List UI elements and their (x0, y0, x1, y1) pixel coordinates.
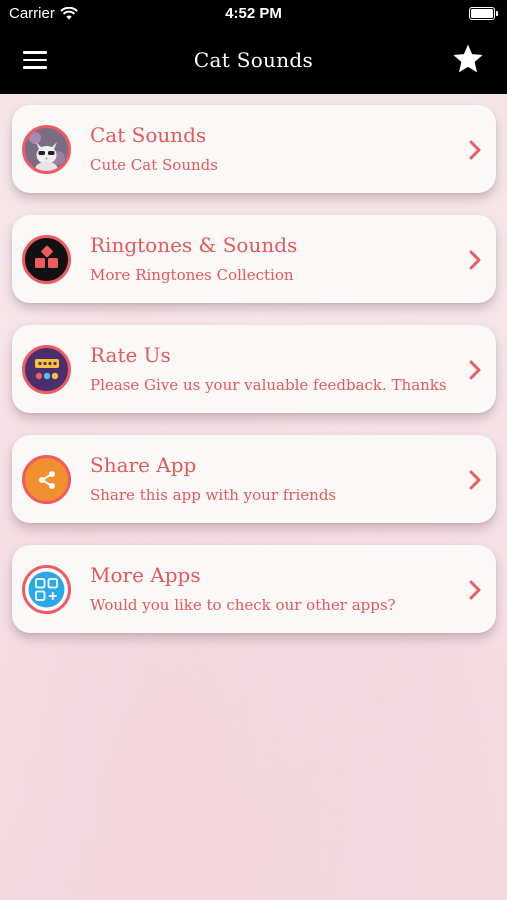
chevron-right-icon (469, 250, 481, 270)
chevron-right-icon (469, 470, 481, 490)
star-icon[interactable] (451, 42, 485, 76)
more-apps-icon (22, 565, 71, 614)
status-bar: Carrier 4:52 PM (0, 0, 507, 28)
menu-item-cat-sounds[interactable]: Cat Sounds Cute Cat Sounds (12, 105, 496, 193)
page-title: Cat Sounds (193, 48, 314, 72)
battery-icon (469, 7, 498, 20)
menu-item-share-app[interactable]: Share App Share this app with your frien… (12, 435, 496, 523)
menu-item-ringtones[interactable]: Ringtones & Sounds More Ringtones Collec… (12, 215, 496, 303)
menu-item-rate-us[interactable]: Rate Us Please Give us your valuable fee… (12, 325, 496, 413)
menu-item-title: More Apps (90, 563, 201, 587)
ringtones-icon (22, 235, 71, 284)
chevron-right-icon (469, 140, 481, 160)
menu-item-more-apps[interactable]: More Apps Would you like to check our ot… (12, 545, 496, 633)
menu-item-subtitle: Please Give us your valuable feedback. T… (90, 376, 447, 394)
menu-item-title: Cat Sounds (90, 123, 207, 147)
cat-avatar-icon (22, 125, 71, 174)
status-time: 4:52 PM (225, 5, 282, 22)
menu-item-subtitle: More Ringtones Collection (90, 266, 294, 284)
navigation-bar: Cat Sounds (0, 28, 507, 94)
rate-us-icon (22, 345, 71, 394)
menu-item-subtitle: Cute Cat Sounds (90, 156, 218, 174)
menu-item-title: Rate Us (90, 343, 171, 367)
share-icon (22, 455, 71, 504)
menu-item-title: Ringtones & Sounds (90, 233, 298, 257)
menu-item-subtitle: Share this app with your friends (90, 486, 337, 504)
menu-item-title: Share App (90, 453, 197, 477)
menu-item-subtitle: Would you like to check our other apps? (90, 596, 396, 614)
chevron-right-icon (469, 360, 481, 380)
chevron-right-icon (469, 580, 481, 600)
